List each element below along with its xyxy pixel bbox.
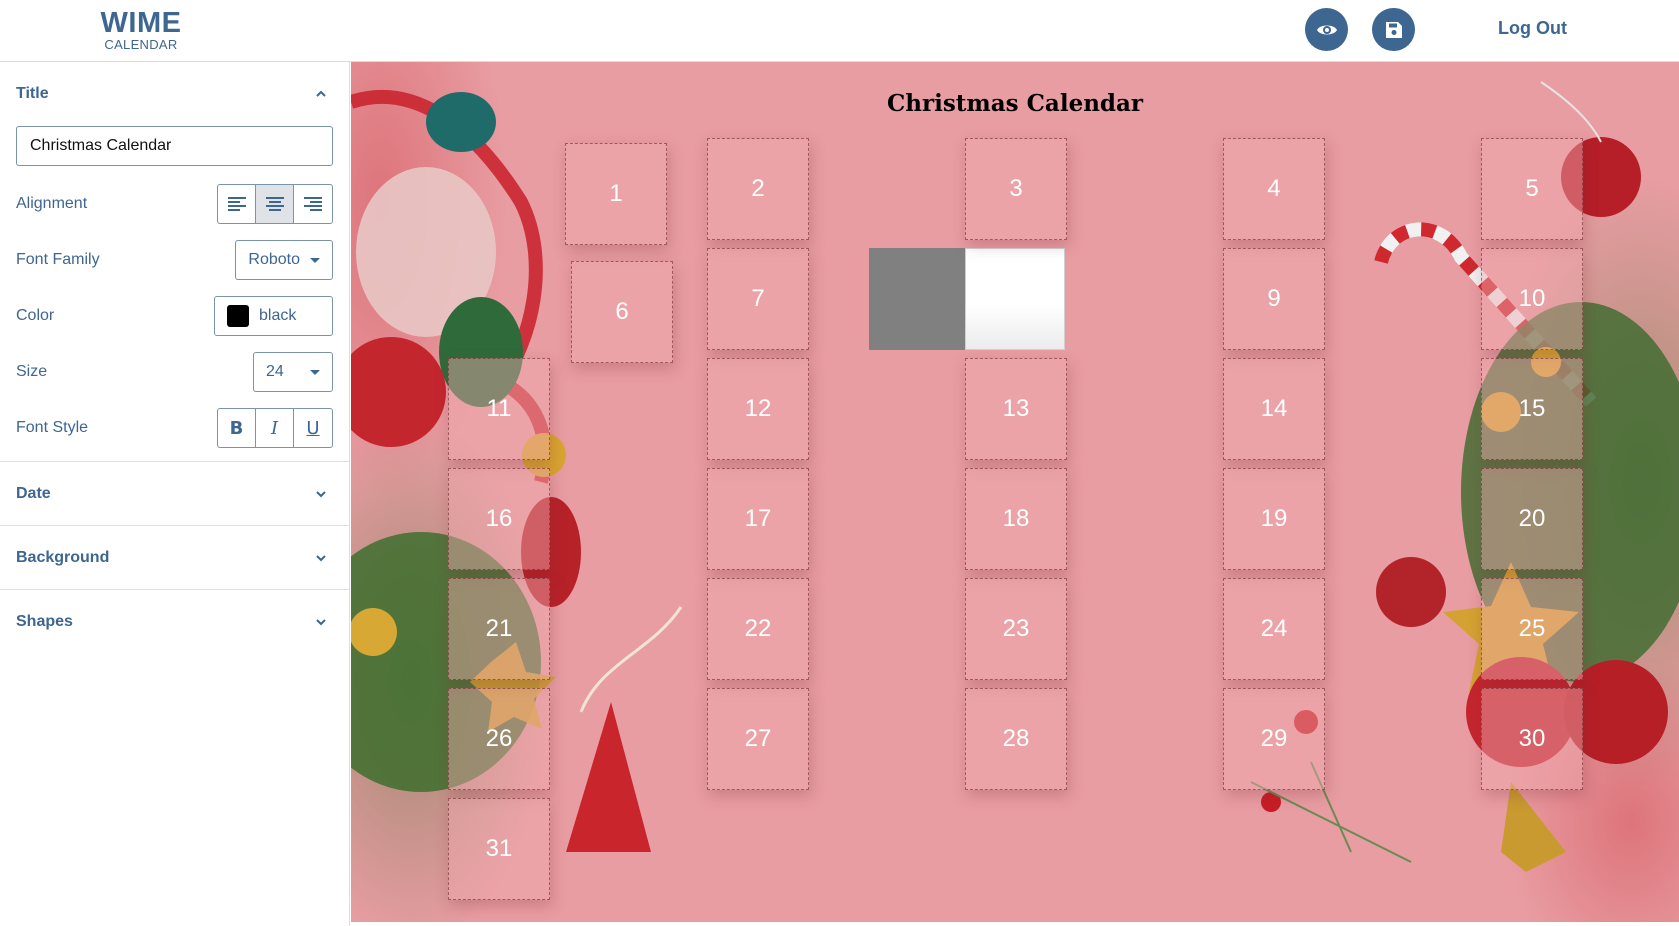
italic-button[interactable]: I bbox=[256, 409, 294, 447]
calendar-day-13[interactable]: 13 bbox=[965, 358, 1067, 460]
chevron-down-icon bbox=[316, 619, 326, 626]
font-family-label: Font Family bbox=[16, 251, 100, 268]
calendar-day-5[interactable]: 5 bbox=[1481, 138, 1583, 240]
color-swatch bbox=[227, 305, 249, 327]
canvas-bottom-edge bbox=[351, 922, 1679, 926]
alignment-label: Alignment bbox=[16, 195, 88, 212]
chevron-down-icon bbox=[316, 490, 326, 497]
caret-down-icon bbox=[310, 257, 320, 263]
logo-wordmark: WIME bbox=[100, 7, 182, 39]
title-section: Title Alignment bbox=[0, 62, 349, 462]
calendar-day-26[interactable]: 26 bbox=[448, 688, 550, 790]
calendar-day-18[interactable]: 18 bbox=[965, 468, 1067, 570]
calendar-day-23[interactable]: 23 bbox=[965, 578, 1067, 680]
calendar-day-19[interactable]: 19 bbox=[1223, 468, 1325, 570]
calendar-day-22[interactable]: 22 bbox=[707, 578, 809, 680]
calendar-day-31[interactable]: 31 bbox=[448, 798, 550, 900]
background-section-header[interactable]: Background bbox=[0, 526, 349, 590]
calendar-day-29[interactable]: 29 bbox=[1223, 688, 1325, 790]
shapes-section-header[interactable]: Shapes bbox=[0, 590, 349, 654]
save-button[interactable] bbox=[1372, 8, 1415, 51]
caret-down-icon bbox=[310, 369, 320, 375]
calendar-day-1[interactable]: 1 bbox=[565, 143, 667, 245]
section-label: Title bbox=[16, 85, 49, 102]
color-row: Color black bbox=[16, 296, 333, 336]
bold-icon: B bbox=[229, 417, 244, 439]
underline-button[interactable]: U bbox=[294, 409, 332, 447]
calendar-day-7[interactable]: 7 bbox=[707, 248, 809, 350]
calendar-day-6[interactable]: 6 bbox=[571, 261, 673, 363]
chevron-up-icon bbox=[316, 90, 326, 97]
font-style-control: B I U bbox=[217, 408, 333, 448]
logo-subtitle: CALENDAR bbox=[104, 37, 178, 52]
color-label: Color bbox=[16, 307, 55, 324]
chevron-down-icon bbox=[316, 554, 326, 561]
calendar-day-16[interactable]: 16 bbox=[448, 468, 550, 570]
editor-sidebar: Title Alignment bbox=[0, 62, 350, 926]
font-family-value: Roboto bbox=[248, 251, 300, 268]
calendar-canvas[interactable]: Christmas Calendar 1 2 3 4 5 6 7 9 10 11 12 13 14 15 1… bbox=[351, 62, 1679, 922]
preview-button[interactable] bbox=[1305, 8, 1348, 51]
color-picker[interactable]: black bbox=[214, 296, 333, 336]
align-left-button[interactable] bbox=[218, 185, 256, 223]
align-center-button[interactable] bbox=[256, 185, 294, 223]
section-label: Date bbox=[16, 484, 51, 502]
calendar-day-4[interactable]: 4 bbox=[1223, 138, 1325, 240]
font-style-label: Font Style bbox=[16, 419, 89, 436]
size-value: 24 bbox=[266, 363, 284, 380]
underline-icon: U bbox=[306, 417, 320, 439]
calendar-day-3[interactable]: 3 bbox=[965, 138, 1067, 240]
alignment-row: Alignment bbox=[16, 184, 333, 224]
calendar-day-28[interactable]: 28 bbox=[965, 688, 1067, 790]
size-label: Size bbox=[16, 363, 48, 380]
alignment-control bbox=[217, 184, 333, 224]
font-style-row: Font Style B I U bbox=[16, 408, 333, 448]
align-right-icon bbox=[304, 197, 322, 211]
calendar-day-8-shape[interactable] bbox=[869, 248, 965, 350]
calendar-day-14[interactable]: 14 bbox=[1223, 358, 1325, 460]
app-logo[interactable]: WIME CALENDAR bbox=[96, 7, 186, 52]
logout-button[interactable]: Log Out bbox=[1498, 18, 1567, 39]
align-left-icon bbox=[227, 197, 246, 211]
top-bar: WIME CALENDAR Log Out bbox=[0, 0, 1679, 62]
font-family-select[interactable]: Roboto bbox=[235, 240, 333, 280]
font-family-row: Font Family Roboto bbox=[16, 240, 333, 280]
calendar-day-9[interactable]: 9 bbox=[1223, 248, 1325, 350]
align-right-button[interactable] bbox=[294, 185, 332, 223]
title-section-header[interactable]: Title bbox=[0, 62, 349, 126]
date-section-header[interactable]: Date bbox=[0, 462, 349, 526]
calendar-title[interactable]: Christmas Calendar bbox=[351, 90, 1679, 117]
calendar-day-27[interactable]: 27 bbox=[707, 688, 809, 790]
calendar-day-10[interactable]: 10 bbox=[1481, 248, 1583, 350]
align-center-icon bbox=[265, 197, 284, 211]
section-label: Shapes bbox=[16, 613, 73, 630]
title-input[interactable] bbox=[16, 126, 333, 166]
section-label: Background bbox=[16, 548, 110, 566]
calendar-day-25[interactable]: 25 bbox=[1481, 578, 1583, 680]
bold-button[interactable]: B bbox=[218, 409, 256, 447]
calendar-day-11[interactable]: 11 bbox=[448, 358, 550, 460]
calendar-day-24[interactable]: 24 bbox=[1223, 578, 1325, 680]
eye-icon bbox=[1316, 25, 1337, 34]
italic-icon: I bbox=[270, 417, 279, 439]
calendar-day-15[interactable]: 15 bbox=[1481, 358, 1583, 460]
calendar-day-17[interactable]: 17 bbox=[707, 468, 809, 570]
calendar-day-21[interactable]: 21 bbox=[448, 578, 550, 680]
calendar-day-30[interactable]: 30 bbox=[1481, 688, 1583, 790]
size-select[interactable]: 24 bbox=[253, 352, 333, 392]
selected-day-8[interactable] bbox=[965, 248, 1065, 350]
calendar-day-2[interactable]: 2 bbox=[707, 138, 809, 240]
color-value: black bbox=[259, 307, 297, 324]
calendar-day-20[interactable]: 20 bbox=[1481, 468, 1583, 570]
save-icon bbox=[1385, 21, 1402, 38]
size-row: Size 24 bbox=[16, 352, 333, 392]
calendar-day-12[interactable]: 12 bbox=[707, 358, 809, 460]
